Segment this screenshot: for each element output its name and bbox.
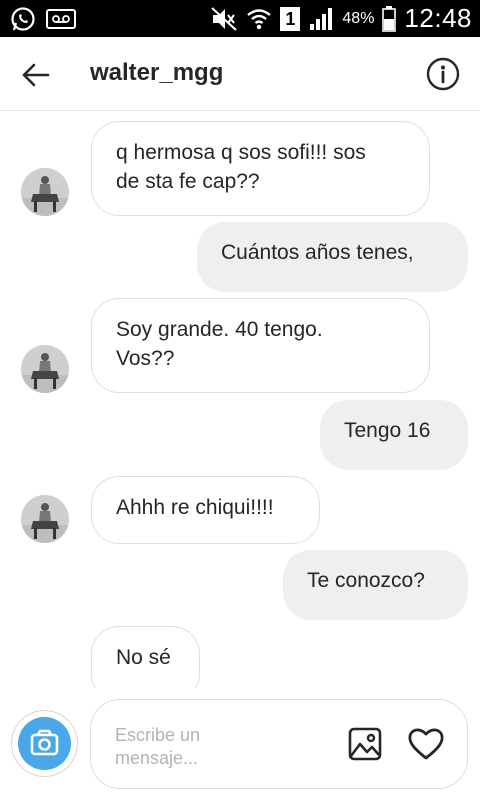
message-thread[interactable]: q hermosa q sos sofi!!! sos de sta fe ca…: [0, 111, 480, 688]
incoming-message[interactable]: Ahhh re chiqui!!!!: [91, 476, 320, 544]
arrow-left-icon[interactable]: [20, 59, 52, 91]
outgoing-message[interactable]: Cuántos años tenes,: [197, 222, 468, 292]
signal-icon: [310, 7, 333, 30]
message-text-line: Te conozco?: [307, 569, 425, 592]
heart-icon[interactable]: [407, 726, 445, 762]
image-icon[interactable]: [347, 726, 383, 762]
message-text-line: Tengo 16: [344, 419, 431, 442]
whatsapp-icon: [11, 7, 35, 31]
clock: 12:48: [404, 3, 472, 33]
outgoing-message[interactable]: Tengo 16: [320, 400, 468, 470]
message-input[interactable]: Escribe un mensaje...: [90, 699, 468, 789]
camera-button[interactable]: [12, 711, 77, 776]
incoming-message[interactable]: q hermosa q sos sofi!!! sos de sta fe ca…: [91, 121, 430, 216]
battery-icon: [382, 5, 397, 32]
placeholder-line: Escribe un: [115, 725, 201, 745]
message-input-placeholder: Escribe un mensaje...: [115, 724, 235, 770]
avatar[interactable]: [21, 345, 69, 393]
avatar-photo: [21, 168, 69, 216]
message-text-line: Soy grande. 40 tengo.: [116, 318, 323, 341]
message-text-line: q hermosa q sos sofi!!! sos: [116, 141, 366, 164]
placeholder-line: mensaje...: [115, 748, 199, 768]
camera-button-fill: [18, 717, 71, 770]
status-bar: 1 48% 12:48: [0, 0, 480, 37]
message-composer: Escribe un mensaje...: [0, 688, 480, 800]
wifi-icon: [247, 8, 272, 29]
conversation-title[interactable]: walter_mgg: [90, 59, 223, 87]
avatar-photo: [21, 495, 69, 543]
incoming-message[interactable]: Soy grande. 40 tengo. Vos??: [91, 298, 430, 393]
battery-percent: 48%: [342, 9, 375, 27]
avatar[interactable]: [21, 495, 69, 543]
chat-header: walter_mgg: [0, 37, 480, 111]
message-text-line: Ahhh re chiqui!!!!: [116, 496, 274, 519]
message-text-line: Vos??: [116, 347, 175, 370]
camera-icon: [30, 729, 59, 756]
message-text-line: Cuántos años tenes,: [221, 241, 414, 264]
mute-icon: [211, 6, 238, 31]
sim-icon: 1: [280, 6, 301, 31]
incoming-message[interactable]: No sé: [91, 626, 200, 688]
avatar-photo: [21, 345, 69, 393]
voicemail-icon: [46, 9, 76, 29]
outgoing-message[interactable]: Te conozco?: [283, 550, 468, 620]
message-text-line: de sta fe cap??: [116, 170, 260, 193]
avatar[interactable]: [21, 168, 69, 216]
info-icon[interactable]: [426, 57, 460, 91]
message-text-line: No sé: [116, 646, 171, 669]
